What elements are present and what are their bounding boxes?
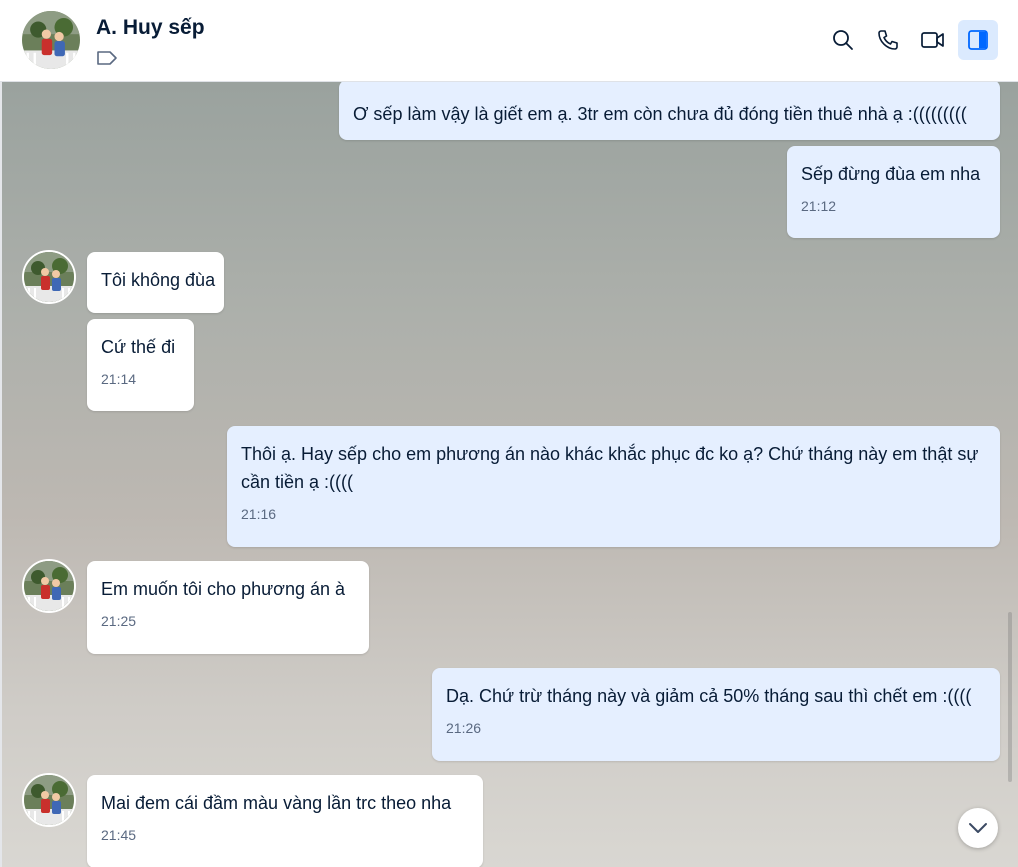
contact-name[interactable]: A. Huy sếp	[96, 16, 205, 40]
message-bubble-sent[interactable]: Ơ sếp làm vậy là giết em ạ. 3tr em còn c…	[339, 82, 1000, 140]
scrollbar-thumb[interactable]	[1008, 612, 1012, 782]
message-bubble-received[interactable]: Em muốn tôi cho phương án à 21:25	[87, 561, 369, 654]
message-text: Mai đem cái đầm màu vàng lần trc theo nh…	[101, 793, 452, 813]
message-bubble-sent[interactable]: Sếp đừng đùa em nha 21:12	[787, 146, 1000, 238]
message-time: 21:16	[241, 506, 277, 522]
video-call-icon	[921, 32, 944, 48]
message-text: Ơ sếp làm vậy là giết em ạ. 3tr em còn c…	[353, 104, 967, 124]
message-bubble-sent[interactable]: Thôi ạ. Hay sếp cho em phương án nào khá…	[227, 426, 1000, 547]
toggle-side-panel-button[interactable]	[958, 20, 998, 60]
message-text: Cứ thế đi	[101, 337, 176, 357]
message-text: Sếp đừng đùa em nha	[801, 164, 981, 184]
message-time: 21:26	[446, 720, 482, 736]
chevron-down-icon	[969, 823, 987, 833]
contact-avatar[interactable]	[22, 11, 80, 69]
search-button[interactable]	[823, 20, 863, 60]
voice-call-button[interactable]	[868, 20, 908, 60]
side-panel-icon	[968, 30, 988, 50]
search-icon	[833, 30, 853, 50]
message-text: Em muốn tôi cho phương án à	[101, 579, 345, 599]
sender-avatar[interactable]	[24, 775, 74, 825]
sender-avatar[interactable]	[24, 561, 74, 611]
message-bubble-received[interactable]: Tôi không đùa	[87, 252, 224, 313]
message-bubble-sent[interactable]: Dạ. Chứ trừ tháng này và giảm cả 50% thá…	[432, 668, 1000, 761]
chat-header: A. Huy sếp	[0, 0, 1018, 82]
phone-icon	[878, 30, 898, 50]
message-bubble-received[interactable]: Cứ thế đi 21:14	[87, 319, 194, 411]
message-time: 21:14	[101, 371, 137, 387]
message-time: 21:12	[801, 198, 837, 214]
video-call-button[interactable]	[913, 20, 953, 60]
message-text: Thôi ạ. Hay sếp cho em phương án nào khá…	[241, 444, 979, 492]
tag-icon[interactable]	[96, 50, 118, 66]
message-text: Dạ. Chứ trừ tháng này và giảm cả 50% thá…	[446, 686, 972, 706]
message-time: 21:45	[101, 827, 137, 843]
sender-avatar[interactable]	[24, 252, 74, 302]
message-list[interactable]: Ơ sếp làm vậy là giết em ạ. 3tr em còn c…	[0, 82, 1018, 867]
message-bubble-received[interactable]: Mai đem cái đầm màu vàng lần trc theo nh…	[87, 775, 483, 867]
message-text: Tôi không đùa	[101, 270, 216, 290]
scroll-to-bottom-button[interactable]	[958, 808, 998, 848]
message-time: 21:25	[101, 613, 137, 629]
